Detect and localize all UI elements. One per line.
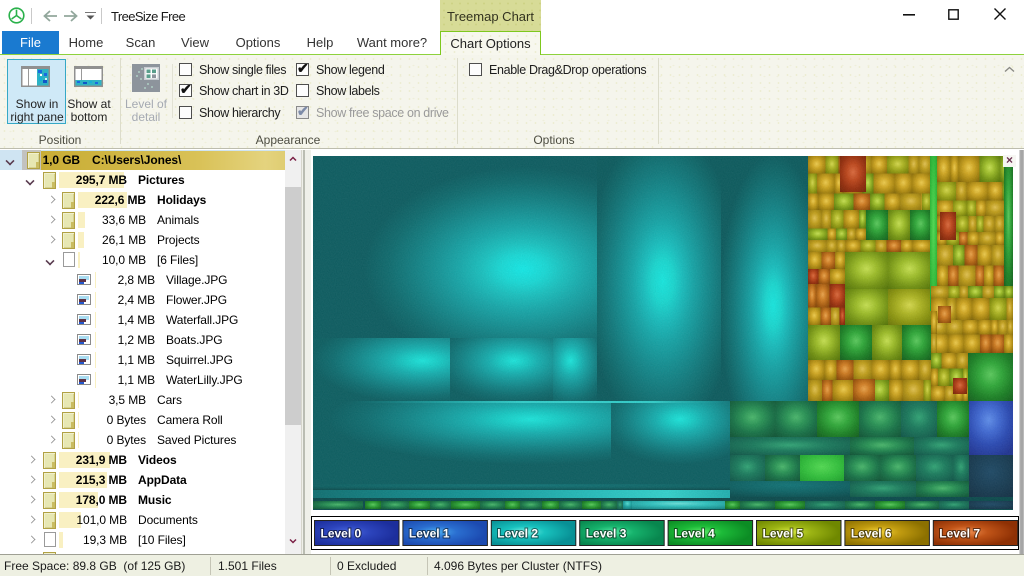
svg-text:Level 4: Level 4 <box>674 527 715 541</box>
svg-text:Level 1: Level 1 <box>409 527 450 541</box>
svg-text:Level 0: Level 0 <box>321 527 362 541</box>
svg-text:Level 2: Level 2 <box>497 527 538 541</box>
svg-text:Level 3: Level 3 <box>586 527 627 541</box>
svg-text:Level 5: Level 5 <box>763 527 804 541</box>
svg-text:Level 6: Level 6 <box>851 527 892 541</box>
svg-text:Level 7: Level 7 <box>939 527 980 541</box>
